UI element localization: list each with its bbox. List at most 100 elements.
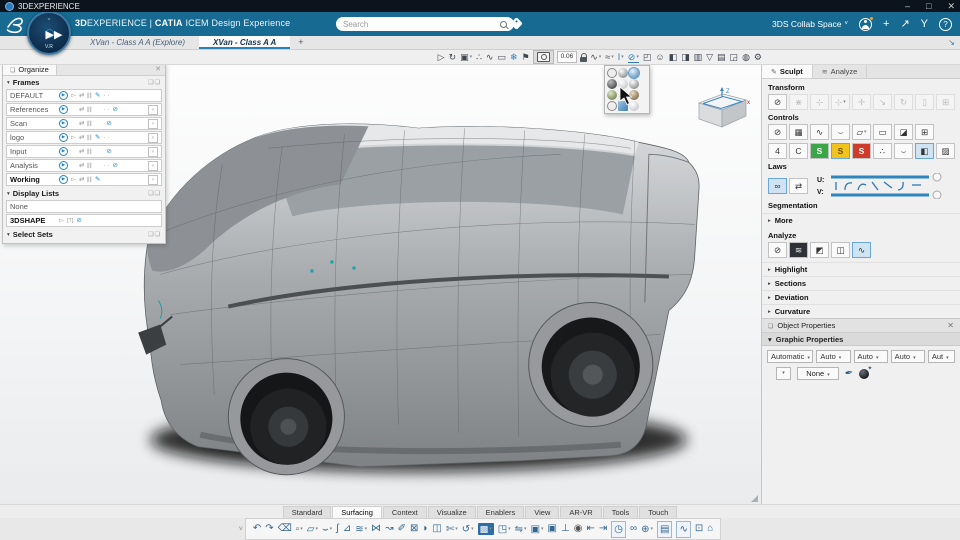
link-icon[interactable]: [79, 92, 83, 100]
subdivision-icon[interactable]: ▩: [477, 523, 494, 535]
play-icon[interactable]: [59, 91, 68, 100]
search-icon[interactable]: [500, 20, 507, 28]
axis-move-icon[interactable]: ⊹: [810, 94, 829, 110]
scale-icon[interactable]: ↘: [873, 94, 892, 110]
sheet-edit-icon[interactable]: ◪: [894, 124, 913, 140]
play-icon[interactable]: [59, 161, 68, 170]
ribbon-tab-surfacing[interactable]: Surfacing: [332, 506, 382, 518]
blend-surface-icon[interactable]: ≋: [355, 523, 367, 536]
frame-row[interactable]: logo · ·: [6, 131, 162, 144]
frame-option-box[interactable]: [148, 146, 158, 157]
frames-section-header[interactable]: ▾ Frames ❏❏: [3, 76, 165, 88]
tab-xvan-class-a[interactable]: XVan - Class A A: [199, 36, 291, 49]
selection-set-icon[interactable]: ▣: [460, 52, 472, 62]
curve-create-icon[interactable]: ⌣: [322, 523, 332, 536]
select-sets-section-header[interactable]: ▾ Select Sets ❏❏: [3, 228, 165, 240]
eye-off-icon[interactable]: [106, 148, 111, 156]
filter-icon[interactable]: ▽: [706, 52, 713, 62]
patch-edit-icon[interactable]: ▭: [873, 124, 892, 140]
no-control-icon[interactable]: ⊘: [768, 124, 787, 140]
resize-handle[interactable]: [751, 495, 758, 502]
surface-check-icon[interactable]: ◩: [810, 242, 829, 258]
columns-icon[interactable]: [86, 120, 92, 128]
first-frame-icon[interactable]: ⇤: [586, 523, 594, 535]
capture-button[interactable]: [532, 50, 554, 64]
ambience-icon[interactable]: ☺: [655, 52, 664, 62]
pick-filter-icon[interactable]: ⚑: [521, 52, 529, 62]
ribbon-tab-standard[interactable]: Standard: [282, 506, 332, 518]
section-deviation[interactable]: ▸ Deviation: [762, 290, 960, 304]
style-shaded-edges-icon[interactable]: [628, 67, 640, 79]
columns-icon[interactable]: [86, 106, 92, 114]
play-icon[interactable]: [59, 133, 68, 142]
graphic-dropdown[interactable]: Aut: [927, 350, 955, 363]
point-snap-icon[interactable]: ∴: [476, 52, 482, 62]
image-plane-icon[interactable]: ▣: [531, 523, 544, 536]
columns-icon[interactable]: [86, 148, 92, 156]
cube-view-icon[interactable]: ◳: [498, 523, 511, 536]
no-transform-icon[interactable]: ⊘: [768, 94, 787, 110]
section-sections[interactable]: ▸ Sections: [762, 276, 960, 290]
style-dark-icon[interactable]: [607, 79, 617, 89]
ribbon-tab-enablers[interactable]: Enablers: [476, 506, 525, 518]
graphic-dropdown[interactable]: Auto: [816, 350, 851, 363]
frame-row[interactable]: Input: [6, 145, 162, 158]
surface-cage-icon[interactable]: ▱: [852, 124, 871, 140]
view-cube[interactable]: Z x: [693, 87, 751, 135]
trap-select-icon[interactable]: ▭: [497, 52, 506, 62]
tab-sculpt[interactable]: Sculpt: [762, 65, 813, 78]
compass-play-button[interactable]: ʷ ▶ V.R: [27, 11, 71, 55]
law-profile-strip[interactable]: [829, 173, 945, 199]
painter-sphere-icon[interactable]: [859, 365, 872, 379]
user-avatar[interactable]: [859, 16, 873, 31]
cursor-icon[interactable]: [71, 92, 76, 100]
ribbon-tab-ar-vr[interactable]: AR-VR: [560, 506, 602, 518]
ground-icon[interactable]: ◧: [669, 52, 678, 62]
refit-tool-icon[interactable]: ≈: [605, 52, 613, 62]
ribbon-tab-touch[interactable]: Touch: [639, 506, 678, 518]
feedback-icon[interactable]: ⊡: [695, 523, 703, 535]
yellow-state-icon[interactable]: S: [831, 143, 850, 159]
link-icon[interactable]: [79, 148, 83, 156]
columns-icon[interactable]: [86, 176, 92, 184]
eye-off-icon[interactable]: [106, 120, 111, 128]
cursor-icon[interactable]: [71, 134, 76, 142]
half-space-icon[interactable]: ◫: [432, 523, 441, 535]
handles-icon[interactable]: ⊞: [936, 94, 955, 110]
frame-option-box[interactable]: [148, 132, 158, 143]
clipping-icon[interactable]: ◲: [730, 52, 739, 62]
frame-row[interactable]: Analysis · ·: [6, 159, 162, 172]
order-c-icon[interactable]: C: [789, 143, 808, 159]
freeform-icon[interactable]: ✐: [398, 523, 406, 535]
redo-icon[interactable]: ↷: [265, 523, 273, 535]
zebra-stripes-icon[interactable]: ≋: [789, 242, 808, 258]
section-curvature[interactable]: ▸ Curvature: [762, 304, 960, 318]
match-surface-icon[interactable]: ⋈: [371, 523, 381, 535]
law-slider-icon[interactable]: ⇄: [789, 178, 808, 194]
cursor-icon[interactable]: [59, 217, 64, 225]
display-list-row[interactable]: None: [6, 200, 162, 213]
last-frame-icon[interactable]: ⇥: [599, 523, 607, 535]
frame-row[interactable]: References · ·: [6, 103, 162, 116]
pencil-icon[interactable]: [95, 92, 100, 100]
twist-icon[interactable]: ↺: [462, 523, 474, 536]
display-lists-section-header[interactable]: ▾ Display Lists ❏❏: [3, 187, 165, 199]
tab-organize[interactable]: Organize: [3, 65, 57, 75]
link-icon[interactable]: [79, 162, 83, 170]
delete-icon[interactable]: ⌫: [278, 523, 292, 535]
control-cage-icon[interactable]: ▦: [789, 124, 808, 140]
share-button[interactable]: ↗: [900, 18, 909, 30]
graphic-dropdown[interactable]: Automatic: [767, 350, 814, 363]
frame-option-box[interactable]: [148, 160, 158, 171]
3d-viewport[interactable]: Organize ✕ ▾ Frames ❏❏ DEFAULT: [0, 65, 761, 505]
eye-off-icon[interactable]: [76, 217, 81, 225]
hatch-icon[interactable]: ▨: [936, 143, 955, 159]
cursor-icon[interactable]: [71, 176, 76, 184]
curve-points-icon[interactable]: ∿: [810, 124, 829, 140]
tab-xvan-explore[interactable]: XVan - Class A A (Explore): [76, 36, 199, 49]
tab-analyze[interactable]: Analyze: [813, 65, 868, 78]
law-link-icon[interactable]: ∞: [768, 178, 787, 194]
home-icon[interactable]: ⌂: [707, 523, 713, 535]
settings-gear-icon[interactable]: ⚙: [754, 52, 762, 62]
ribbon-tab-visualize[interactable]: Visualize: [427, 506, 476, 518]
